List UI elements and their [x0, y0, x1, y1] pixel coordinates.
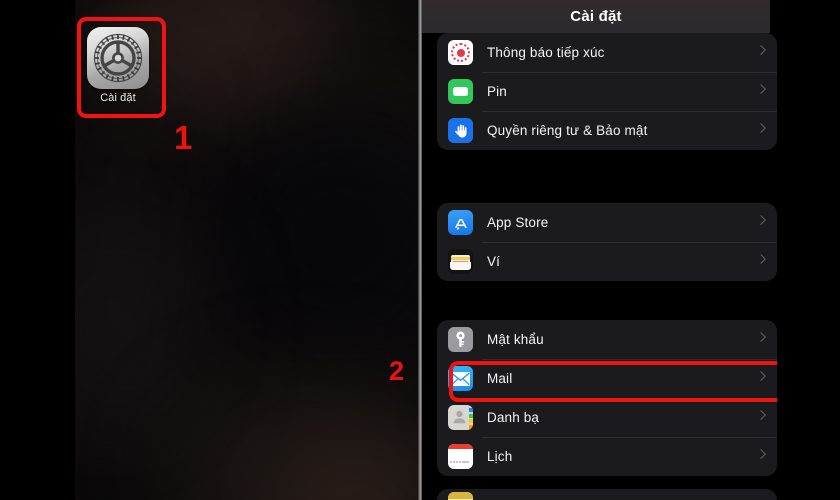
chevron-right-icon — [756, 370, 766, 381]
settings-row-label: Ví — [487, 254, 501, 269]
settings-row-wallet[interactable]: Ví — [437, 242, 777, 281]
page-title: Cài đặt — [570, 8, 622, 25]
battery-icon — [448, 79, 473, 104]
settings-row-label: Thông báo tiếp xúc — [487, 45, 605, 60]
calendar-icon — [448, 444, 473, 469]
privacy-hand-icon — [448, 118, 473, 143]
row-separator — [482, 437, 777, 438]
exposure-notification-icon — [448, 40, 473, 65]
screenshot-root: Cài đặt 1 Cài đặt Thông báo tiếp xúc Pin… — [0, 0, 840, 500]
chevron-right-icon — [756, 253, 766, 264]
chevron-right-icon — [756, 448, 766, 459]
passwords-key-icon — [448, 327, 473, 352]
settings-row-exposure-notifications[interactable]: Thông báo tiếp xúc — [437, 33, 777, 72]
settings-row-app-store[interactable]: App Store — [437, 203, 777, 242]
settings-row-passwords[interactable]: Mật khẩu — [437, 320, 777, 359]
settings-row-label: Mật khẩu — [487, 332, 544, 347]
settings-group-2: App Store Ví — [437, 203, 777, 281]
step-number-2: 2 — [389, 356, 405, 386]
settings-group-1: Thông báo tiếp xúc Pin Quyền riêng tư & … — [437, 33, 777, 150]
chevron-right-icon — [756, 409, 766, 420]
settings-row-label: Quyền riêng tư & Bảo mật — [487, 123, 648, 138]
step-number-1: 1 — [174, 119, 193, 156]
settings-row-label: Lịch — [487, 449, 513, 464]
notes-icon — [448, 491, 473, 500]
settings-group-4-partial — [437, 489, 777, 500]
chevron-right-icon — [756, 214, 766, 225]
row-separator — [482, 242, 777, 243]
background-blur-2 — [225, 120, 418, 350]
row-separator — [482, 398, 777, 399]
settings-row-mail[interactable]: Mail — [437, 359, 777, 398]
chevron-right-icon — [756, 331, 766, 342]
settings-group-3: Mật khẩu Mail Danh bạ Lịch — [437, 320, 777, 476]
settings-row-label: App Store — [487, 215, 549, 230]
row-separator — [482, 72, 777, 73]
left-black-gutter — [0, 0, 75, 500]
highlight-box-settings-app — [77, 17, 166, 118]
settings-row-calendar[interactable]: Lịch — [437, 437, 777, 476]
settings-row-label: Mail — [487, 371, 513, 386]
settings-row-battery[interactable]: Pin — [437, 72, 777, 111]
nav-bar: Cài đặt — [422, 0, 770, 33]
mail-icon — [448, 366, 473, 391]
app-store-icon — [448, 210, 473, 235]
settings-row-label: Pin — [487, 84, 507, 99]
chevron-right-icon — [756, 122, 766, 133]
chevron-right-icon — [756, 44, 766, 55]
settings-list-panel: Cài đặt Thông báo tiếp xúc Pin Quyền riê… — [389, 0, 840, 500]
chevron-right-icon — [756, 83, 766, 94]
settings-row-privacy-security[interactable]: Quyền riêng tư & Bảo mật — [437, 111, 777, 150]
settings-row-label: Danh bạ — [487, 410, 540, 425]
settings-row-contacts[interactable]: Danh bạ — [437, 398, 777, 437]
contacts-icon — [448, 405, 473, 430]
wallet-icon — [448, 249, 473, 274]
row-separator — [482, 111, 777, 112]
settings-row-notes[interactable] — [437, 489, 777, 500]
row-separator — [482, 359, 777, 360]
